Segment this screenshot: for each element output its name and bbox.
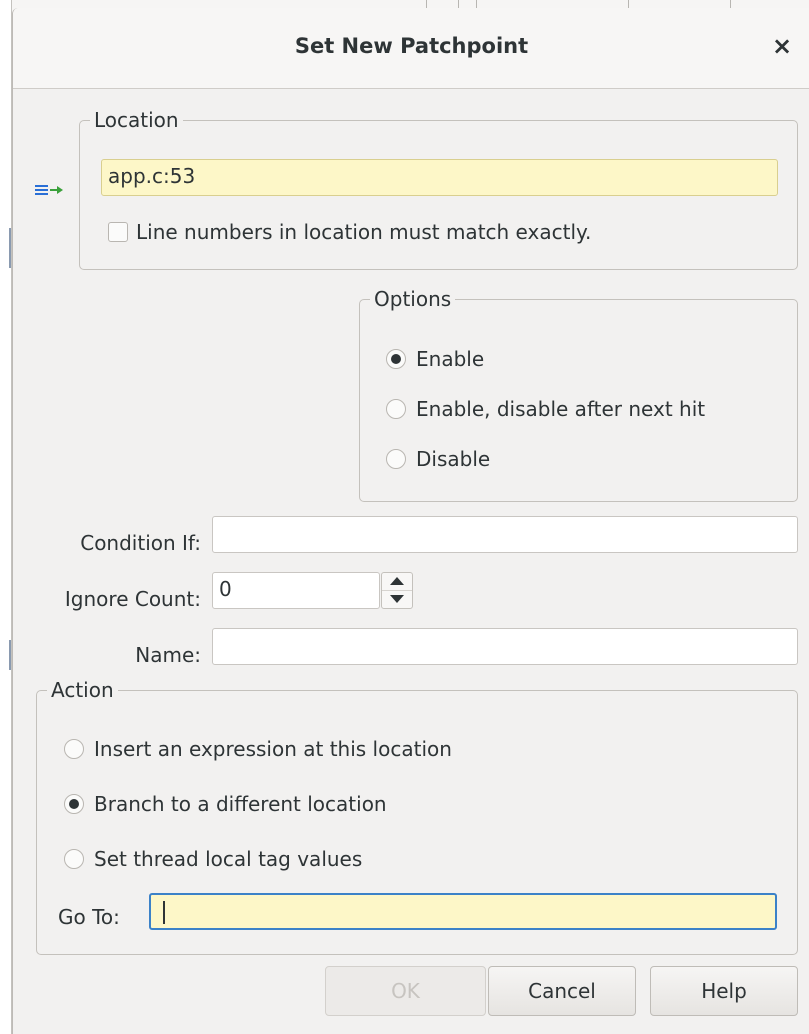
- goto-input[interactable]: [149, 893, 777, 930]
- action-insert-label[interactable]: Insert an expression at this location: [94, 736, 452, 762]
- text-caret: [163, 901, 165, 924]
- stepper-down-button[interactable]: [382, 591, 412, 608]
- option-disable-label[interactable]: Disable: [416, 446, 490, 472]
- help-button[interactable]: Help: [650, 966, 798, 1016]
- exact-match-label[interactable]: Line numbers in location must match exac…: [136, 219, 591, 245]
- chevron-down-icon: [390, 595, 404, 603]
- location-arrow-icon: [35, 185, 63, 195]
- goto-label: Go To:: [58, 905, 120, 929]
- option-enable-once-radio[interactable]: [386, 399, 406, 419]
- ignore-count-stepper[interactable]: [381, 572, 413, 609]
- ignore-count-label: Ignore Count:: [64, 587, 201, 611]
- action-branch-radio[interactable]: [64, 794, 84, 814]
- option-enable-radio[interactable]: [386, 349, 406, 369]
- background-window-edge: [0, 0, 12, 1034]
- stepper-up-button[interactable]: [382, 573, 412, 591]
- ok-button[interactable]: OK: [325, 966, 486, 1016]
- close-icon[interactable]: ×: [770, 34, 794, 58]
- cancel-button[interactable]: Cancel: [488, 966, 636, 1016]
- name-input[interactable]: [212, 628, 798, 665]
- location-input[interactable]: app.c:53: [101, 159, 778, 196]
- ignore-count-input[interactable]: 0: [212, 572, 380, 609]
- option-disable-radio[interactable]: [386, 449, 406, 469]
- action-tag-label[interactable]: Set thread local tag values: [94, 846, 362, 872]
- action-insert-radio[interactable]: [64, 739, 84, 759]
- option-enable-label[interactable]: Enable: [416, 346, 484, 372]
- location-group: Location app.c:53 Line numbers in locati…: [79, 107, 798, 270]
- action-tag-radio[interactable]: [64, 849, 84, 869]
- exact-match-checkbox[interactable]: [108, 222, 128, 242]
- option-enable-once-label[interactable]: Enable, disable after next hit: [416, 396, 705, 422]
- action-legend: Action: [47, 677, 118, 703]
- options-legend: Options: [370, 286, 456, 312]
- action-branch-label[interactable]: Branch to a different location: [94, 791, 387, 817]
- options-group: Options Enable Enable, disable after nex…: [359, 286, 798, 502]
- dialog-title: Set New Patchpoint: [294, 34, 529, 58]
- condition-label: Condition If:: [80, 531, 201, 555]
- name-label: Name:: [135, 643, 201, 667]
- location-legend: Location: [90, 107, 183, 133]
- title-bar: Set New Patchpoint ×: [13, 8, 809, 89]
- condition-input[interactable]: [212, 516, 798, 553]
- chevron-up-icon: [390, 577, 404, 585]
- set-patchpoint-dialog: Set New Patchpoint × Location app.c:53 L…: [12, 8, 809, 1034]
- action-group: Action Insert an expression at this loca…: [36, 677, 798, 955]
